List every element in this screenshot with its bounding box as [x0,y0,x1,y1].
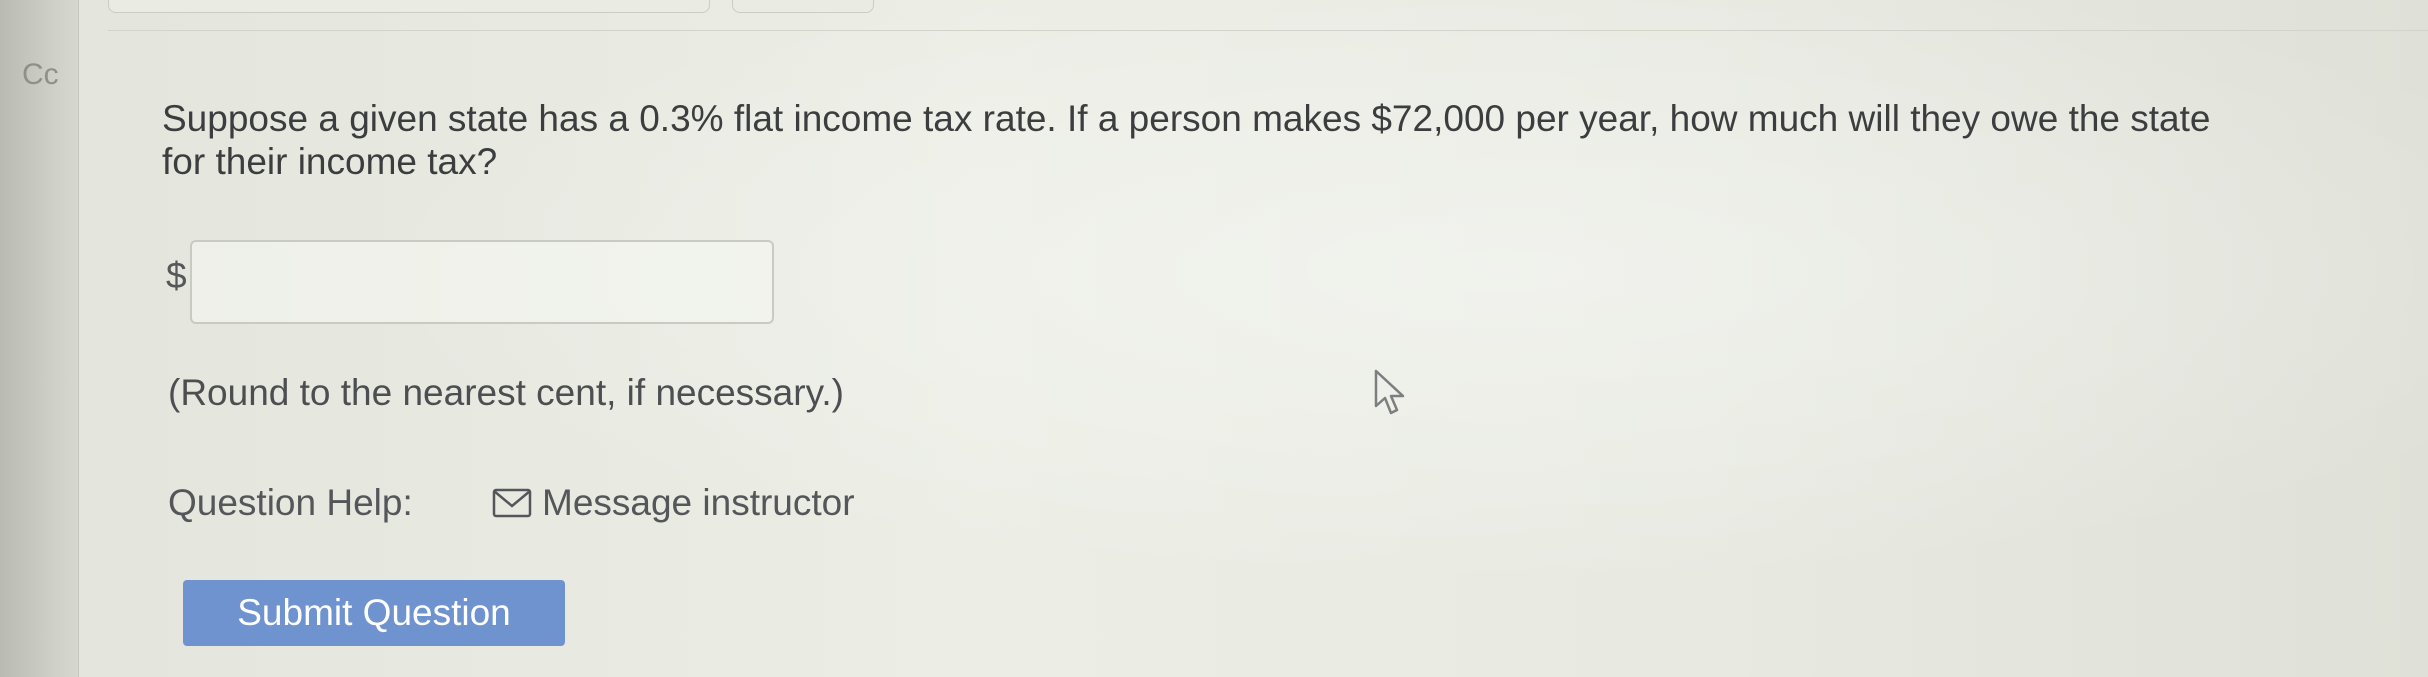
rounding-hint: (Round to the nearest cent, if necessary… [168,372,844,413]
left-panel-edge: Cc [0,0,79,677]
left-panel-letter: Cc [22,58,59,91]
submit-question-button[interactable]: Submit Question [183,580,565,646]
top-tab-small[interactable] [732,0,874,13]
answer-input[interactable] [190,240,774,324]
envelope-icon [492,487,532,519]
divider [108,30,2428,31]
top-tab[interactable] [108,0,710,13]
message-instructor-link[interactable]: Message instructor [492,482,855,524]
screen: Cc Suppose a given state has a 0.3% flat… [0,0,2428,677]
currency-symbol: $ [166,255,187,296]
question-help-label: Question Help: [168,482,413,523]
message-instructor-label: Message instructor [542,482,855,523]
question-text: Suppose a given state has a 0.3% flat in… [162,98,2211,182]
mouse-pointer-icon [1372,368,1408,423]
